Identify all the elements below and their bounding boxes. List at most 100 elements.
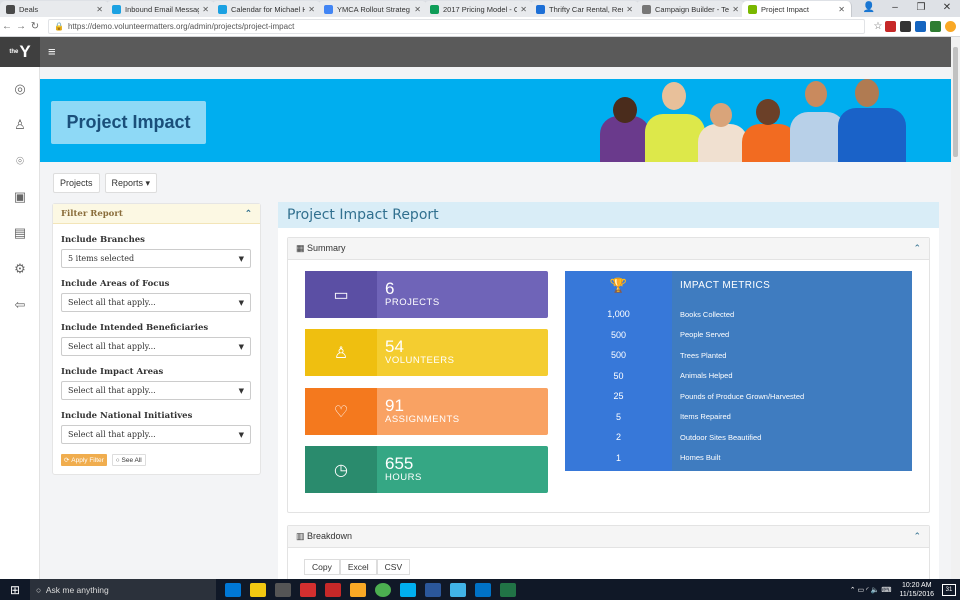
see-all-button[interactable]: ○ See All bbox=[111, 454, 146, 466]
close-tab-icon[interactable]: ✕ bbox=[626, 5, 633, 14]
export-csv-button[interactable]: CSV bbox=[376, 559, 411, 575]
cortana-search[interactable]: ○ Ask me anything bbox=[30, 579, 216, 600]
export-copy-button[interactable]: Copy bbox=[304, 559, 340, 575]
export-excel-button[interactable]: Excel bbox=[339, 559, 377, 575]
metric-label: Animals Helped bbox=[680, 371, 733, 381]
stat-label: HOURS bbox=[385, 472, 422, 483]
close-tab-icon[interactable]: ✕ bbox=[838, 5, 845, 14]
caret-down-icon: ▼ bbox=[238, 342, 244, 351]
chevron-up-icon[interactable]: ⌃ bbox=[913, 243, 921, 254]
caret-down-icon: ▼ bbox=[238, 386, 244, 395]
logout-icon[interactable]: ⇦ bbox=[0, 287, 40, 323]
summary-header[interactable]: ▦ Summary ⌃ bbox=[288, 238, 929, 260]
filter-header[interactable]: Filter Report ⌃ bbox=[53, 204, 260, 224]
extension-icon[interactable] bbox=[915, 21, 926, 32]
outlook-icon[interactable] bbox=[475, 582, 491, 597]
ymca-logo[interactable]: the Y bbox=[0, 37, 40, 67]
extension-icon[interactable] bbox=[930, 21, 941, 32]
stat-value: 91 bbox=[385, 396, 404, 415]
excel-icon[interactable] bbox=[500, 582, 516, 597]
app-icon[interactable] bbox=[300, 582, 316, 597]
back-icon[interactable]: ← bbox=[0, 21, 14, 32]
filter-select[interactable]: 5 items selected ▼ bbox=[61, 249, 251, 268]
browser-tab[interactable]: YMCA Rollout Strateg ✕ bbox=[318, 1, 428, 17]
close-tab-icon[interactable]: ✕ bbox=[520, 5, 527, 14]
filter-label: Include National Initiatives bbox=[61, 411, 193, 421]
filter-select[interactable]: Select all that apply... ▼ bbox=[61, 425, 251, 444]
edge-icon[interactable] bbox=[225, 582, 241, 597]
word-icon[interactable] bbox=[425, 582, 441, 597]
reports-dropdown[interactable]: Reports ▾ bbox=[104, 173, 158, 193]
app-icon[interactable] bbox=[450, 582, 466, 597]
filter-select[interactable]: Select all that apply... ▼ bbox=[61, 381, 251, 400]
award-icon[interactable]: ⌾ bbox=[0, 143, 40, 179]
windows-start-icon[interactable]: ⊞ bbox=[0, 583, 30, 597]
skype-icon[interactable] bbox=[400, 582, 416, 597]
metric-label: Outdoor Sites Beautified bbox=[680, 432, 762, 442]
bar-chart-icon: ▥ bbox=[296, 531, 305, 541]
tray-icons[interactable]: ⌃ ▭ ◜ 🔈 ⌨ bbox=[850, 586, 892, 594]
restore-button[interactable]: ❐ bbox=[908, 0, 934, 17]
favicon-icon bbox=[536, 4, 545, 14]
page-scrollbar[interactable] bbox=[951, 37, 960, 579]
url-field[interactable]: 🔒 https://demo.volunteermatters.org/admi… bbox=[48, 19, 865, 34]
app-icon[interactable] bbox=[350, 582, 366, 597]
filter-select[interactable]: Select all that apply... ▼ bbox=[61, 293, 251, 312]
tab-title: Inbound Email Messag bbox=[125, 4, 200, 14]
banner-people-photo bbox=[600, 79, 950, 162]
heart-icon: ♡ bbox=[305, 388, 377, 435]
browser-tab[interactable]: Thrifty Car Rental, Ren ✕ bbox=[530, 1, 640, 17]
metric-value: 500 bbox=[610, 329, 627, 340]
metric-value: 50 bbox=[613, 370, 624, 381]
reload-icon[interactable]: ↻ bbox=[28, 21, 42, 32]
dashboard-icon[interactable]: ◎ bbox=[0, 71, 40, 107]
projects-button[interactable]: Projects bbox=[53, 173, 100, 193]
star-icon[interactable]: ☆ bbox=[871, 21, 885, 32]
minimize-button[interactable]: – bbox=[882, 0, 908, 17]
store-icon[interactable] bbox=[275, 582, 291, 597]
menu-icon[interactable]: ≡ bbox=[48, 44, 56, 59]
close-tab-icon[interactable]: ✕ bbox=[732, 5, 739, 14]
metric-value: 500 bbox=[610, 350, 627, 361]
file-explorer-icon[interactable] bbox=[250, 582, 266, 597]
user-icon[interactable]: ♙ bbox=[0, 107, 40, 143]
forward-icon[interactable]: → bbox=[14, 21, 28, 32]
browser-tab[interactable]: Campaign Builder - Te ✕ bbox=[636, 1, 746, 17]
metric-label: Homes Built bbox=[680, 453, 721, 463]
close-tab-icon[interactable]: ✕ bbox=[202, 5, 209, 14]
notification-icon[interactable]: 31 bbox=[942, 583, 956, 596]
stat-label: ASSIGNMENTS bbox=[385, 414, 460, 425]
chevron-up-icon[interactable]: ⌃ bbox=[913, 531, 921, 542]
chevron-up-icon[interactable]: ⌃ bbox=[245, 209, 252, 219]
book-icon[interactable]: ▤ bbox=[0, 215, 40, 251]
close-tab-icon[interactable]: ✕ bbox=[308, 5, 315, 14]
briefcase-icon[interactable]: ▣ bbox=[0, 179, 40, 215]
browser-tab[interactable]: Deals ✕ bbox=[0, 1, 110, 17]
browser-tab[interactable]: Calendar for Michael H ✕ bbox=[212, 1, 322, 17]
browser-tab[interactable]: Project Impact ✕ bbox=[742, 1, 852, 17]
stat-card: ♡ 91 ASSIGNMENTS bbox=[305, 388, 548, 435]
close-tab-icon[interactable]: ✕ bbox=[414, 5, 421, 14]
metrics-values: 🏆 1,000 500 500 50 25 5 2 1 bbox=[565, 271, 672, 471]
breakdown-panel: ▥ Breakdown ⌃ Copy Excel CSV bbox=[287, 525, 930, 585]
browser-tab[interactable]: Inbound Email Messag ✕ bbox=[106, 1, 216, 17]
close-tab-icon[interactable]: ✕ bbox=[96, 5, 103, 14]
extension-icon[interactable] bbox=[885, 21, 896, 32]
chrome-icon[interactable] bbox=[375, 582, 391, 597]
tab-title: Project Impact bbox=[761, 4, 809, 14]
browser-tab-bar: Deals ✕ Inbound Email Messag ✕ Calendar for … bbox=[0, 0, 960, 17]
favicon-icon bbox=[324, 4, 333, 14]
extension-icon[interactable] bbox=[900, 21, 911, 32]
lock-icon: 🔒 bbox=[54, 22, 64, 31]
apply-filter-button[interactable]: ⟳ Apply Filter bbox=[61, 454, 107, 466]
extension-icon[interactable] bbox=[945, 21, 956, 32]
breakdown-header[interactable]: ▥ Breakdown ⌃ bbox=[288, 526, 929, 548]
metric-label: Trees Planted bbox=[680, 350, 727, 360]
browser-tab[interactable]: 2017 Pricing Model - G ✕ bbox=[424, 1, 534, 17]
stat-card: ♙ 54 VOLUNTEERS bbox=[305, 329, 548, 376]
close-window-button[interactable]: ✕ bbox=[934, 0, 960, 17]
profile-icon[interactable]: 👤 bbox=[856, 0, 882, 17]
gear-icon[interactable]: ⚙ bbox=[0, 251, 40, 287]
filter-select[interactable]: Select all that apply... ▼ bbox=[61, 337, 251, 356]
acrobat-icon[interactable] bbox=[325, 582, 341, 597]
